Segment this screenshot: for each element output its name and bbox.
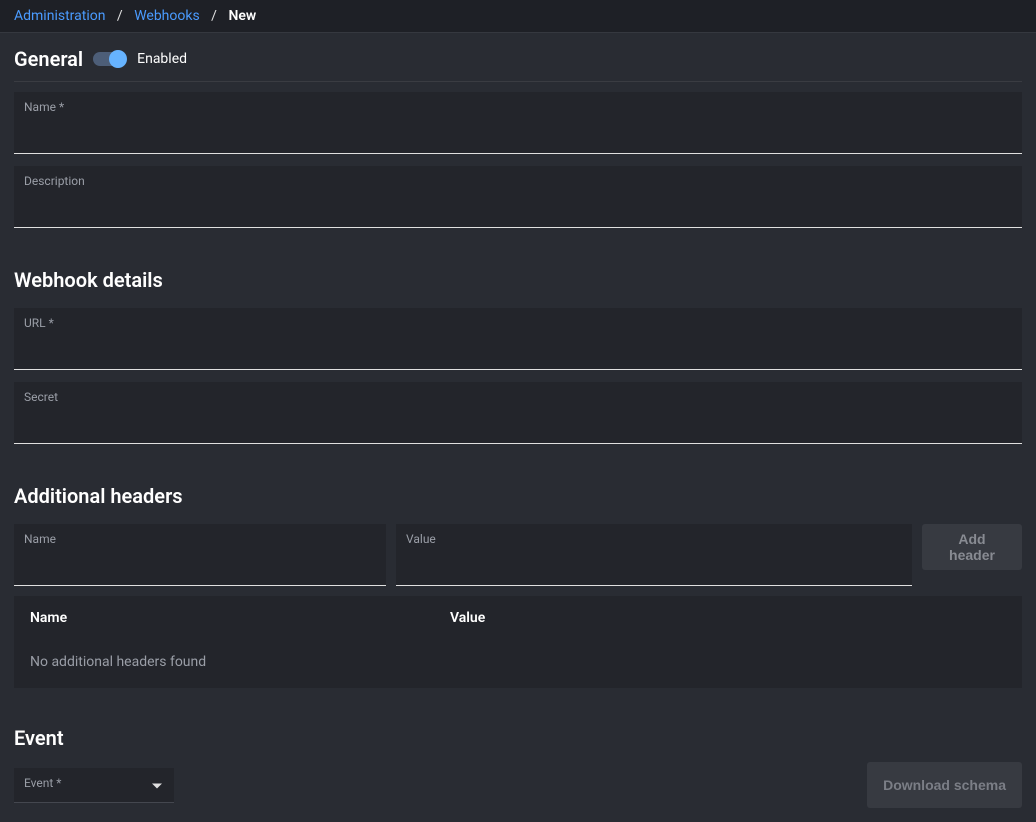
- description-input[interactable]: [24, 192, 1012, 208]
- download-schema-button[interactable]: Download schema: [867, 762, 1022, 808]
- secret-label: Secret: [24, 390, 1012, 404]
- description-field[interactable]: Description: [14, 166, 1022, 228]
- section-webhook-details-header: Webhook details: [14, 268, 1022, 298]
- breadcrumb-current: New: [228, 8, 256, 24]
- name-label: Name *: [24, 100, 1012, 114]
- table-col-name: Name: [30, 610, 450, 626]
- headers-table-empty: No additional headers found: [14, 640, 1022, 688]
- header-value-label: Value: [406, 532, 902, 546]
- section-general-header: General Enabled: [14, 47, 1022, 82]
- enabled-toggle[interactable]: Enabled: [93, 51, 187, 67]
- url-label: URL *: [24, 316, 1012, 330]
- header-name-input[interactable]: [24, 550, 376, 566]
- url-input[interactable]: [24, 334, 1012, 350]
- headers-table: Name Value No additional headers found: [14, 596, 1022, 688]
- breadcrumb: Administration / Webhooks / New: [14, 8, 256, 24]
- section-event-header: Event: [14, 726, 1022, 752]
- breadcrumb-sep: /: [211, 8, 217, 24]
- section-title-event: Event: [14, 726, 64, 750]
- section-title-additional-headers: Additional headers: [14, 484, 183, 508]
- toggle-thumb: [109, 50, 127, 68]
- name-input[interactable]: [24, 118, 1012, 134]
- section-additional-headers-header: Additional headers: [14, 484, 1022, 514]
- name-field[interactable]: Name *: [14, 92, 1022, 154]
- headers-input-row: Name Value Add header: [14, 524, 1022, 586]
- toggle-track: [93, 52, 125, 66]
- add-header-button[interactable]: Add header: [922, 524, 1022, 570]
- event-select[interactable]: Event *: [14, 768, 174, 803]
- topbar: Administration / Webhooks / New: [0, 0, 1036, 33]
- event-row: Event * Download schema: [14, 762, 1022, 808]
- section-title-webhook-details: Webhook details: [14, 268, 163, 292]
- url-field[interactable]: URL *: [14, 308, 1022, 370]
- section-title-general: General: [14, 47, 83, 71]
- secret-field[interactable]: Secret: [14, 382, 1022, 444]
- breadcrumb-webhooks[interactable]: Webhooks: [134, 8, 200, 24]
- event-select-label: Event *: [24, 776, 164, 790]
- enabled-label: Enabled: [137, 51, 187, 67]
- secret-input[interactable]: [24, 408, 1012, 424]
- breadcrumb-sep: /: [117, 8, 123, 24]
- chevron-down-icon: [152, 783, 162, 788]
- description-label: Description: [24, 174, 1012, 188]
- header-name-field[interactable]: Name: [14, 524, 386, 586]
- table-col-value: Value: [450, 610, 1006, 626]
- header-name-label: Name: [24, 532, 376, 546]
- headers-table-header: Name Value: [14, 596, 1022, 640]
- header-value-field[interactable]: Value: [396, 524, 912, 586]
- header-value-input[interactable]: [406, 550, 902, 566]
- breadcrumb-administration[interactable]: Administration: [14, 8, 105, 24]
